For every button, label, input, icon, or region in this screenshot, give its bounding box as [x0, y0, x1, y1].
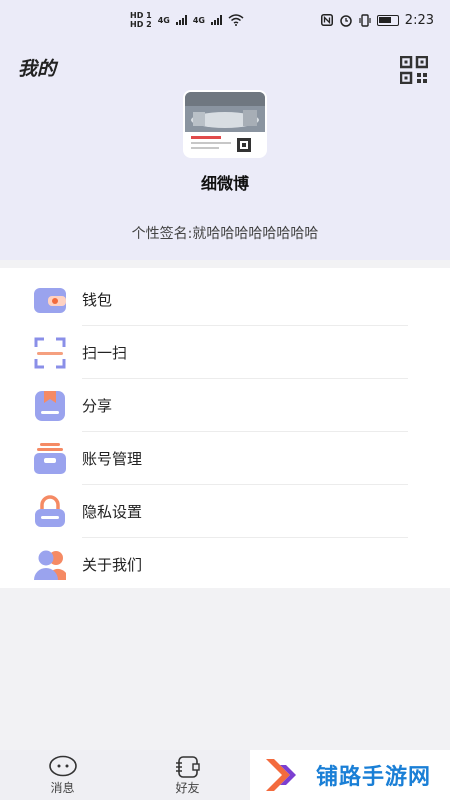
avatar[interactable]: [183, 90, 267, 158]
tab-friends[interactable]: 好友: [125, 750, 250, 800]
qr-code-icon[interactable]: [400, 56, 428, 84]
wallet-icon: [34, 287, 66, 313]
battery-icon: [376, 14, 399, 26]
status-bar: HD 1 HD 2 4G 4G 2:23: [0, 0, 450, 40]
menu-item-label: 扫一扫: [82, 344, 128, 362]
network-label-1: 4G: [157, 15, 170, 25]
watermark: 铺路手游网: [250, 750, 450, 800]
menu-item-label: 账号管理: [82, 450, 143, 468]
sim2-label: HD 2: [130, 20, 152, 29]
account-manage-icon: [34, 442, 66, 474]
tab-label: 消息: [50, 780, 75, 795]
menu-item-share[interactable]: 分享: [0, 379, 450, 432]
friends-icon: [175, 755, 200, 778]
menu-item-label: 分享: [82, 397, 113, 415]
menu-item-label: 隐私设置: [82, 503, 143, 521]
nfc-icon: [320, 14, 333, 26]
vibrate-icon: [359, 13, 371, 27]
scan-icon: [34, 337, 66, 368]
avatar-image: [185, 92, 265, 156]
menu-item-label: 钱包: [82, 291, 113, 309]
message-icon: [48, 755, 77, 776]
network-label-2: 4G: [192, 15, 205, 25]
menu-item-privacy[interactable]: 隐私设置: [0, 485, 450, 538]
lock-icon: [35, 494, 65, 527]
watermark-text: 铺路手游网: [316, 765, 432, 790]
menu-item-scan[interactable]: 扫一扫: [0, 326, 450, 379]
signature: 个性签名:就哈哈哈哈哈哈哈哈: [131, 226, 319, 242]
menu-item-account-manage[interactable]: 账号管理: [0, 432, 450, 485]
tab-bar: 消息 好友: [0, 750, 250, 800]
signal-icon-2: [210, 15, 222, 25]
menu-item-label: 关于我们: [82, 556, 143, 574]
signal-icon: [175, 15, 187, 25]
watermark-logo: [266, 759, 296, 791]
alarm-icon: [340, 14, 352, 27]
sim1-label: HD 1: [130, 11, 152, 20]
users-icon: [34, 550, 66, 580]
menu-list: 钱包 扫一扫 分享 账号管理 隐私设置 关于我们: [0, 268, 450, 588]
page-title: 我的: [18, 58, 57, 80]
clock: 2:23: [404, 12, 434, 28]
menu-item-wallet[interactable]: 钱包: [0, 273, 450, 326]
share-icon: [35, 390, 65, 421]
tab-label: 好友: [175, 780, 200, 795]
username: 细微博: [200, 174, 249, 193]
menu-item-about[interactable]: 关于我们: [0, 538, 450, 591]
tab-messages[interactable]: 消息: [0, 750, 125, 800]
wifi-icon: [228, 14, 244, 26]
